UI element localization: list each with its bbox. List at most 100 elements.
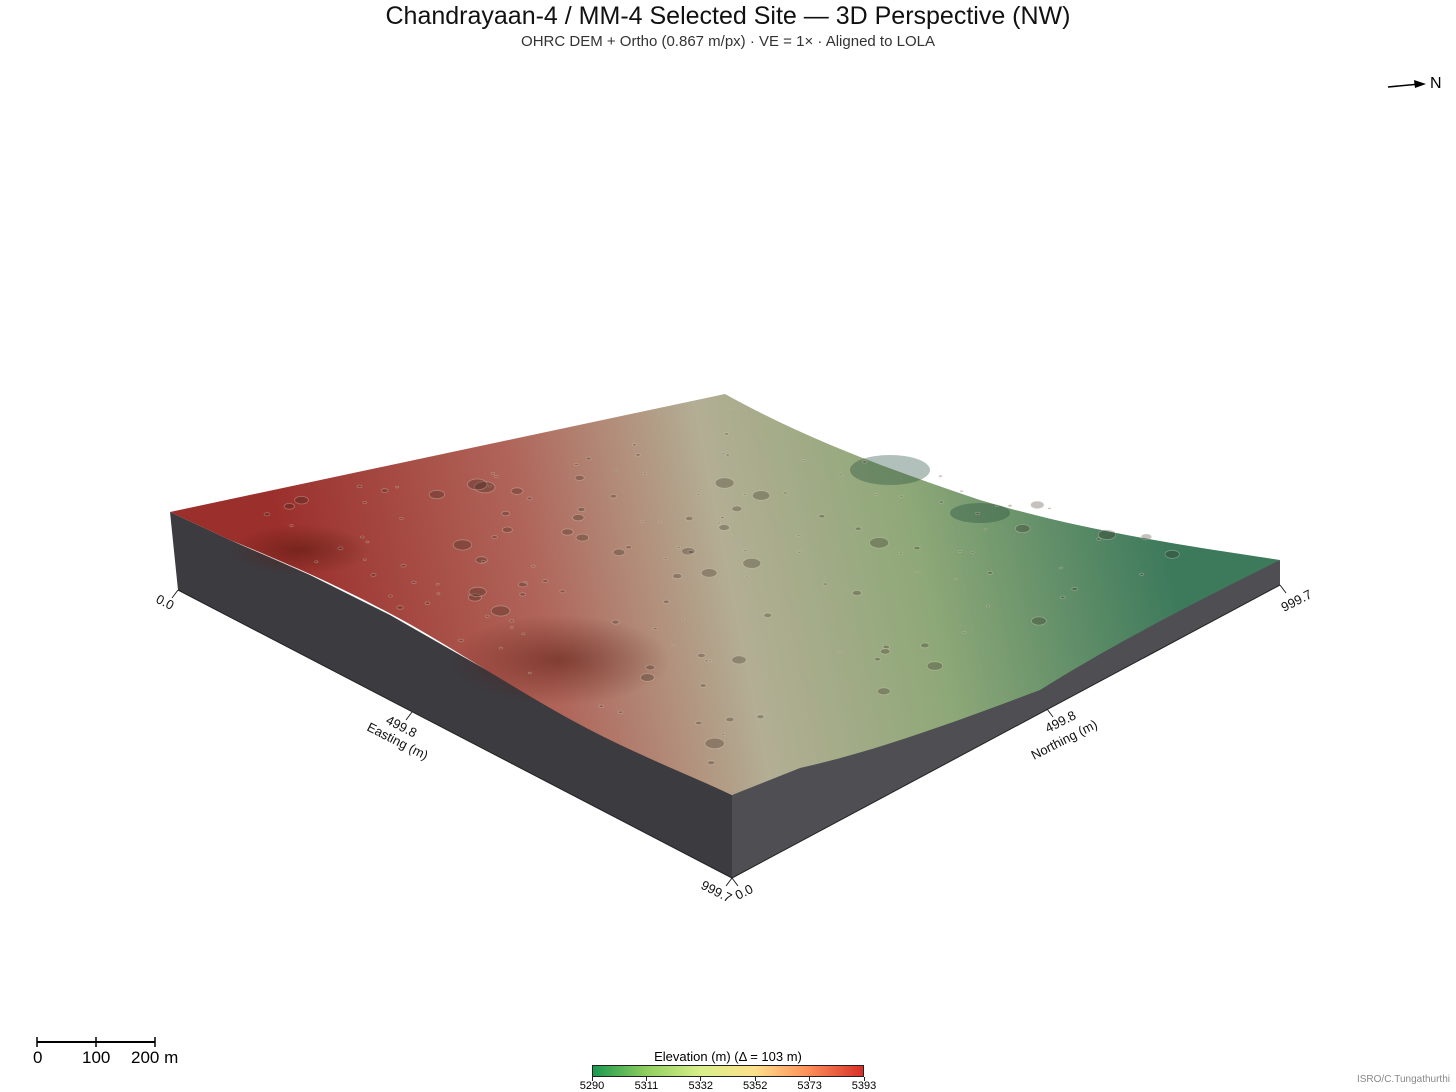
crater bbox=[424, 601, 431, 605]
crater bbox=[797, 551, 802, 554]
crater bbox=[1047, 507, 1052, 510]
crater bbox=[725, 453, 730, 457]
crater bbox=[879, 648, 891, 655]
crater bbox=[743, 549, 748, 553]
crater bbox=[458, 638, 464, 643]
crater bbox=[838, 473, 843, 477]
crater bbox=[926, 661, 944, 671]
crater bbox=[838, 650, 843, 654]
crater bbox=[657, 520, 662, 524]
crater bbox=[493, 474, 499, 478]
crater bbox=[1097, 529, 1117, 540]
crater bbox=[697, 653, 706, 659]
colorbar-tick-label: 5393 bbox=[851, 1080, 877, 1092]
crater bbox=[938, 474, 943, 478]
crater bbox=[395, 485, 400, 489]
crater bbox=[994, 504, 999, 508]
crater bbox=[662, 599, 670, 604]
crater bbox=[717, 521, 721, 525]
elevation-colorbar bbox=[592, 1065, 864, 1077]
crater bbox=[561, 528, 574, 536]
crater bbox=[1030, 500, 1045, 509]
northing-tick-mark bbox=[731, 877, 739, 887]
crater bbox=[861, 460, 868, 464]
crater bbox=[721, 452, 725, 455]
crater bbox=[399, 517, 404, 520]
crater bbox=[1140, 533, 1153, 541]
crater bbox=[731, 655, 747, 665]
crater bbox=[501, 526, 513, 533]
crater bbox=[876, 687, 891, 696]
crater bbox=[676, 545, 681, 549]
crater bbox=[531, 564, 536, 568]
crater bbox=[898, 551, 904, 555]
crater bbox=[365, 540, 370, 544]
crater bbox=[883, 643, 887, 646]
crater bbox=[745, 575, 749, 579]
crater bbox=[484, 614, 490, 618]
terrain-3d-view[interactable]: 0.0 499.8 999.7 Easting (m) 0.0 499.8 99… bbox=[0, 0, 1456, 1092]
crater bbox=[700, 568, 718, 578]
crater bbox=[585, 456, 592, 461]
crater bbox=[707, 760, 716, 766]
crater bbox=[1139, 572, 1145, 576]
crater bbox=[696, 493, 701, 496]
crater bbox=[625, 545, 632, 550]
crater bbox=[452, 539, 473, 551]
crater bbox=[1164, 549, 1180, 559]
crater bbox=[823, 582, 828, 586]
crater bbox=[491, 535, 498, 539]
crater bbox=[645, 664, 656, 671]
crater bbox=[1014, 524, 1031, 534]
crater bbox=[612, 548, 626, 556]
scale-bar-label: 0 bbox=[33, 1048, 43, 1067]
crater bbox=[572, 513, 585, 522]
crater bbox=[509, 626, 514, 629]
crater bbox=[855, 526, 862, 531]
crater bbox=[577, 506, 586, 512]
crater bbox=[519, 592, 527, 597]
crater bbox=[756, 714, 765, 720]
northing-tick-label: 0.0 bbox=[733, 881, 756, 903]
crater bbox=[362, 501, 368, 504]
crater bbox=[523, 581, 528, 584]
crater bbox=[796, 534, 801, 537]
crater bbox=[614, 468, 619, 472]
crater bbox=[680, 618, 685, 621]
crater bbox=[490, 605, 511, 617]
crater bbox=[915, 570, 920, 574]
colorbar-tick-label: 5332 bbox=[688, 1080, 714, 1092]
crater bbox=[763, 612, 772, 618]
crater bbox=[617, 710, 624, 714]
crater bbox=[490, 471, 495, 475]
crater bbox=[985, 604, 990, 608]
crater bbox=[400, 563, 407, 568]
easting-tick-mark bbox=[725, 877, 733, 887]
crater bbox=[294, 496, 309, 505]
crater bbox=[598, 704, 604, 708]
crater bbox=[609, 494, 618, 499]
crater bbox=[899, 494, 904, 498]
crater bbox=[575, 533, 590, 542]
colorbar-tick-label: 5290 bbox=[579, 1080, 605, 1092]
scale-bar-label: 100 bbox=[82, 1048, 111, 1067]
crater bbox=[672, 573, 683, 579]
crater bbox=[428, 489, 445, 500]
crater bbox=[435, 583, 440, 586]
crater bbox=[818, 514, 826, 519]
crater bbox=[360, 535, 365, 539]
credit-text: ISRO/C.Tungathurthi bbox=[1356, 1074, 1450, 1085]
crater bbox=[1007, 504, 1013, 508]
crater bbox=[1059, 566, 1063, 570]
crater bbox=[542, 579, 549, 583]
crater bbox=[873, 657, 882, 662]
crater bbox=[411, 580, 417, 584]
crater bbox=[720, 516, 725, 519]
crater bbox=[708, 659, 712, 663]
crater bbox=[983, 528, 988, 531]
crater bbox=[704, 737, 725, 750]
crater bbox=[913, 545, 921, 551]
crater bbox=[498, 646, 503, 650]
crater bbox=[635, 453, 641, 457]
northing-tick-mark bbox=[1279, 584, 1287, 594]
